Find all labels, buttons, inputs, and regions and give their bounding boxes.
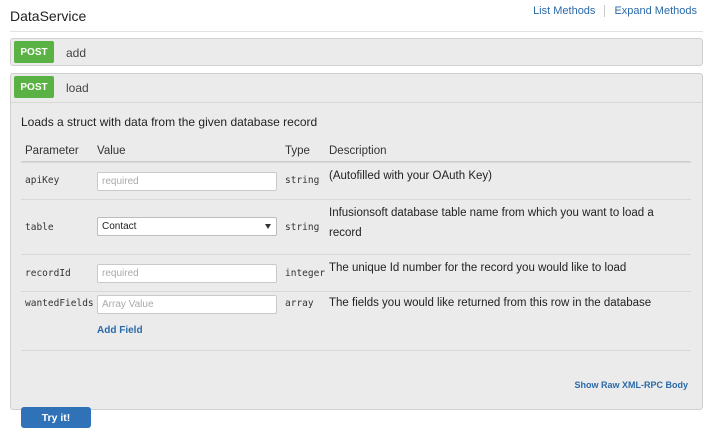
table-select[interactable]: Contact — [97, 217, 277, 236]
table-row: apiKey string (Autofilled with your OAut… — [21, 162, 691, 199]
param-type: array — [285, 298, 314, 309]
param-name: table — [25, 222, 54, 233]
try-it-button[interactable]: Try it! — [21, 407, 91, 428]
wantedfields-input[interactable] — [97, 295, 277, 314]
header-value: Value — [97, 145, 126, 157]
chevron-down-icon — [265, 224, 271, 229]
list-methods-link[interactable]: List Methods — [533, 5, 595, 17]
table-row: recordId integer The unique Id number fo… — [21, 254, 691, 291]
table-row: wantedFields Add Field array The fields … — [21, 291, 691, 350]
service-title: DataService — [10, 8, 87, 24]
header-divider — [10, 31, 703, 32]
show-raw-body-link[interactable]: Show Raw XML-RPC Body — [574, 380, 688, 390]
recordid-input[interactable] — [97, 264, 277, 283]
param-name: apiKey — [25, 175, 60, 186]
header-parameter: Parameter — [25, 145, 79, 157]
param-description: Infusionsoft database table name from wh… — [329, 207, 654, 239]
table-bottom-border — [21, 350, 691, 351]
operation-add-header[interactable]: POST add — [11, 39, 702, 67]
param-name: recordId — [25, 268, 71, 279]
operation-path[interactable]: add — [66, 46, 86, 60]
operation-load: POST load Loads a struct with data from … — [10, 73, 703, 428]
param-description: The fields you would like returned from … — [329, 297, 652, 309]
header-type: Type — [285, 145, 310, 157]
operation-add: POST add — [10, 38, 703, 66]
operation-path[interactable]: load — [66, 81, 89, 95]
expand-methods-link[interactable]: Expand Methods — [614, 5, 697, 17]
post-badge[interactable]: POST — [14, 76, 54, 98]
table-select-value: Contact — [102, 221, 137, 232]
param-type: string — [285, 222, 320, 233]
param-name: wantedFields — [25, 298, 94, 309]
apikey-input[interactable] — [97, 172, 277, 191]
param-type: string — [285, 175, 320, 186]
param-description: The unique Id number for the record you … — [329, 262, 627, 274]
post-badge[interactable]: POST — [14, 41, 54, 63]
table-row: table Contact string Infusionsoft databa… — [21, 199, 691, 254]
link-separator — [604, 5, 606, 17]
header-description: Description — [329, 145, 387, 157]
add-field-link[interactable]: Add Field — [97, 325, 143, 336]
operation-description: Loads a struct with data from the given … — [21, 115, 318, 129]
param-description: (Autofilled with your OAuth Key) — [329, 170, 492, 182]
operation-body: Loads a struct with data from the given … — [11, 102, 702, 428]
param-type: integer — [285, 268, 326, 279]
operation-load-header[interactable]: POST load — [11, 74, 702, 102]
top-links: List Methods Expand Methods — [533, 5, 697, 17]
